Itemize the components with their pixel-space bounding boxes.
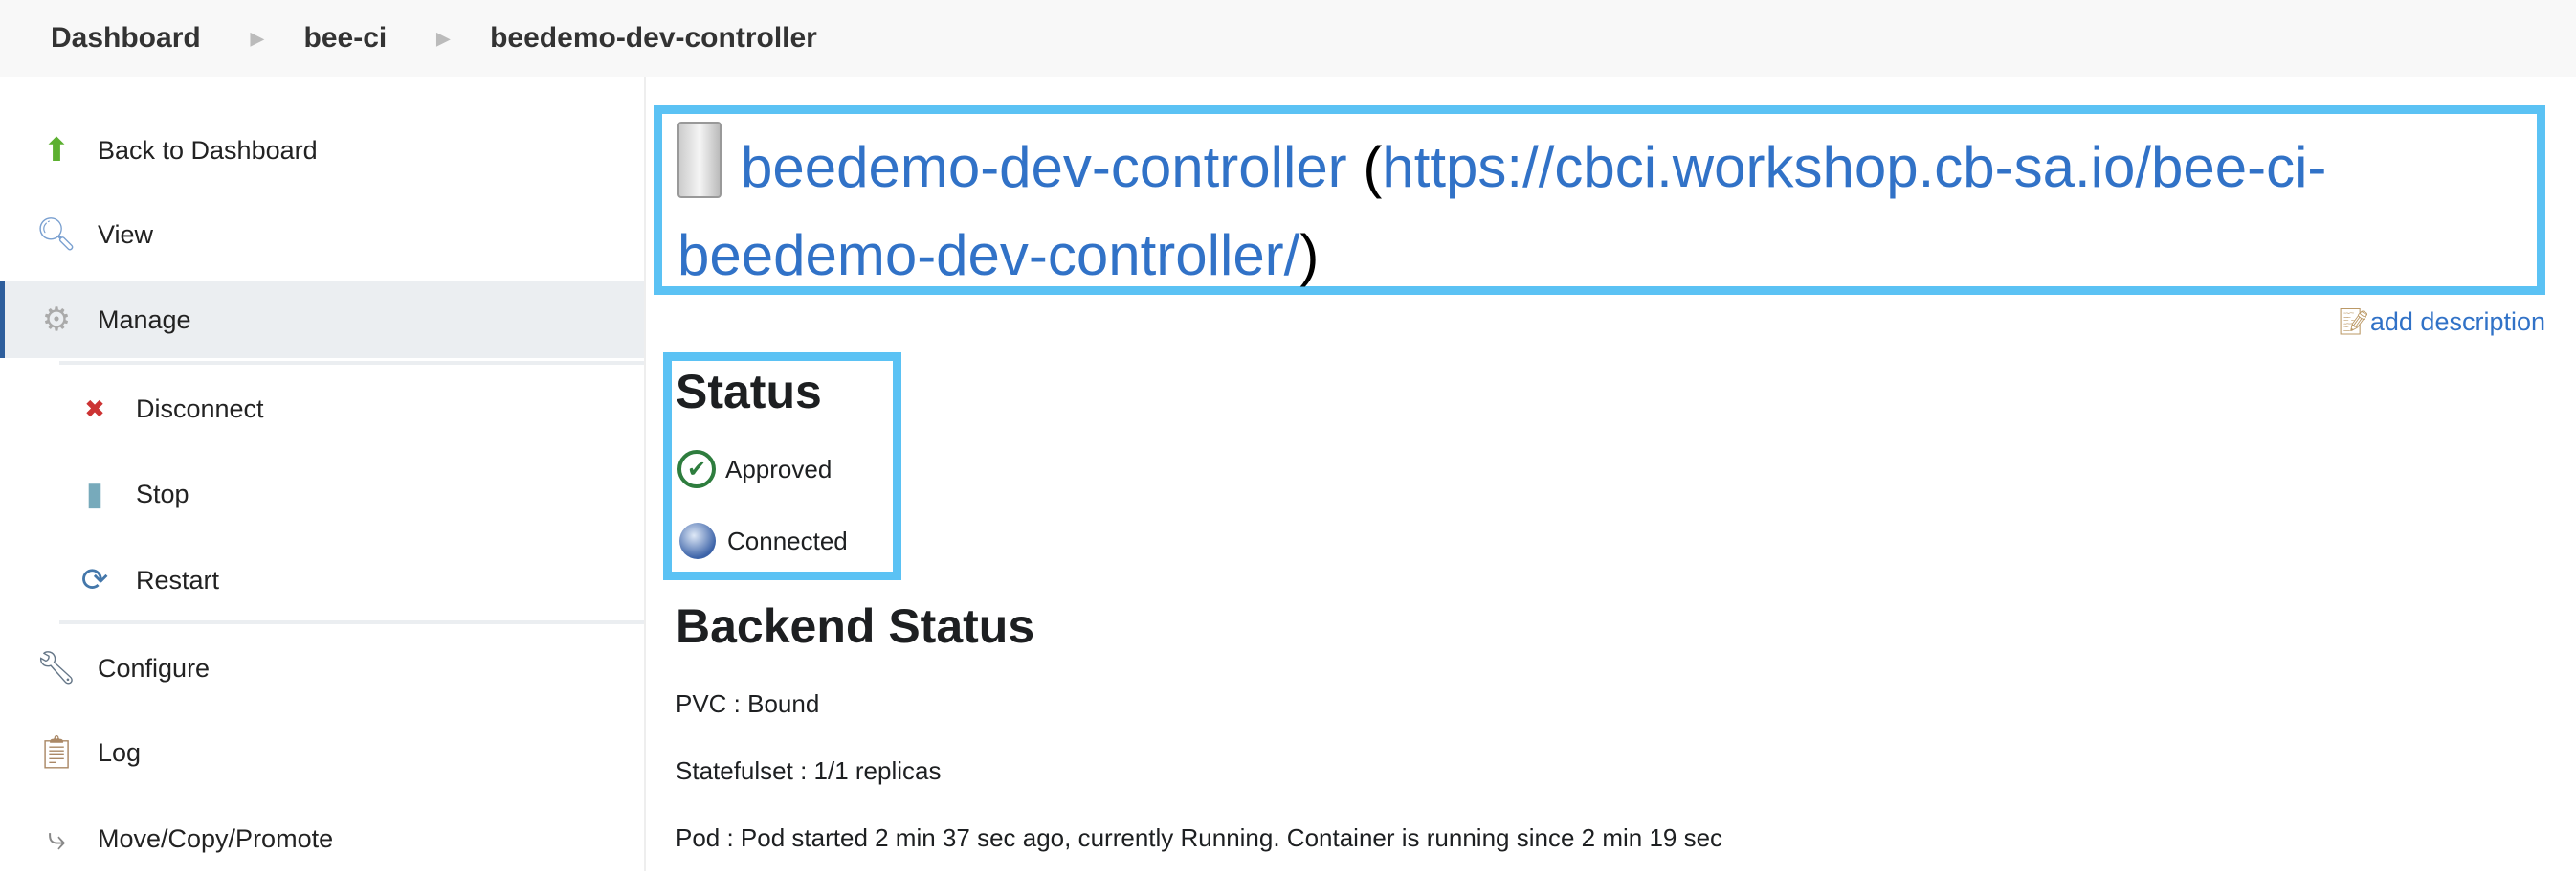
magnifier-icon: 🔍︎ <box>36 214 77 255</box>
sidebar-item-log[interactable]: 📋︎ Log <box>0 714 644 791</box>
page-title: beedemo-dev-controller (https://cbci.wor… <box>654 105 2545 295</box>
divider <box>59 620 644 624</box>
sidebar-item-label: Stop <box>136 480 189 509</box>
breadcrumb-bee-ci[interactable]: bee-ci <box>304 22 388 55</box>
breadcrumb: Dashboard ▶ bee-ci ▶ beedemo-dev-controlle… <box>0 0 2576 77</box>
breadcrumb-dashboard[interactable]: Dashboard <box>51 22 201 55</box>
pod-status: Pod : Pod started 2 min 37 sec ago, curr… <box>676 823 1722 853</box>
stop-icon: ▮ <box>75 474 115 514</box>
sidebar-item-label: Disconnect <box>136 394 264 424</box>
sidebar-item-manage[interactable]: ⚙ Manage <box>0 281 644 358</box>
add-description-label: add description <box>2370 307 2545 336</box>
sidebar-item-label: View <box>98 220 153 250</box>
status-connected: Connected <box>679 523 848 559</box>
edit-note-icon: 📝︎ <box>2338 307 2370 336</box>
sidebar-item-configure[interactable]: 🔧︎ Configure <box>0 630 644 707</box>
paren-close: ) <box>1299 223 1319 287</box>
approved-label: Approved <box>725 455 832 484</box>
divider <box>59 361 644 365</box>
gear-icon: ⚙ <box>36 300 77 340</box>
chevron-right-icon: ▶ <box>436 29 450 49</box>
sidebar-item-label: Manage <box>98 305 191 335</box>
wrench-icon: 🔧︎ <box>36 648 77 688</box>
sidebar-item-label: Move/Copy/Promote <box>98 824 333 854</box>
connected-label: Connected <box>727 527 848 556</box>
status-heading: Status <box>676 364 822 419</box>
statefulset-status: Statefulset : 1/1 replicas <box>676 756 941 786</box>
blue-ball-icon <box>679 523 716 559</box>
add-description-link[interactable]: 📝︎add description <box>2338 306 2545 337</box>
server-icon <box>677 122 722 198</box>
sidebar-item-disconnect[interactable]: ✖ Disconnect <box>0 371 644 447</box>
sidebar: ⬆ Back to Dashboard 🔍︎ View ⚙ Manage ✖ Disco… <box>0 77 646 871</box>
sidebar-item-label: Restart <box>136 566 219 596</box>
backend-status-heading: Backend Status <box>676 598 1034 654</box>
move-icon: ⤷ <box>36 819 77 859</box>
disconnect-icon: ✖ <box>75 389 115 429</box>
status-approved: ✔ Approved <box>677 450 832 488</box>
breadcrumb-controller[interactable]: beedemo-dev-controller <box>490 22 817 55</box>
clipboard-icon: 📋︎ <box>36 732 77 773</box>
sidebar-item-view[interactable]: 🔍︎ View <box>0 196 644 273</box>
sidebar-item-stop[interactable]: ▮ Stop <box>0 456 644 532</box>
up-arrow-icon: ⬆ <box>36 130 77 170</box>
sidebar-item-label: Back to Dashboard <box>98 136 318 166</box>
sidebar-item-restart[interactable]: ⟳ Restart <box>0 542 644 618</box>
pvc-status: PVC : Bound <box>676 689 819 719</box>
controller-name-link[interactable]: beedemo-dev-controller <box>741 135 1347 199</box>
check-circle-icon: ✔ <box>677 450 716 488</box>
sidebar-item-move[interactable]: ⤷ Move/Copy/Promote <box>0 800 644 877</box>
restart-icon: ⟳ <box>75 560 115 600</box>
chevron-right-icon: ▶ <box>251 29 264 49</box>
sidebar-item-label: Configure <box>98 654 210 684</box>
paren-open: ( <box>1347 135 1383 199</box>
sidebar-item-back[interactable]: ⬆ Back to Dashboard <box>0 112 644 189</box>
sidebar-item-label: Log <box>98 738 141 768</box>
